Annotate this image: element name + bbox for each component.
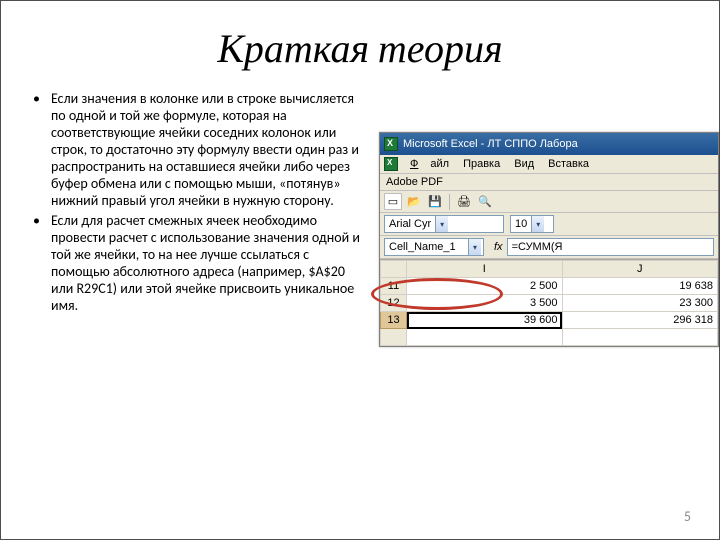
preview-icon[interactable]: 🔍: [476, 193, 494, 210]
toolbar-separator: [449, 194, 450, 210]
excel-doc-icon: [384, 157, 398, 171]
chevron-down-icon: ▾: [468, 239, 481, 255]
cell[interactable]: [562, 329, 718, 346]
slide-title: Краткая теория: [1, 25, 719, 72]
text-column: Если значения в колонке или в строке выч…: [31, 90, 371, 316]
cell[interactable]: 23 300: [562, 295, 718, 312]
column-header[interactable]: I: [407, 261, 563, 278]
print-icon[interactable]: 🖨: [455, 193, 473, 210]
chevron-down-icon: ▾: [531, 216, 544, 232]
menu-edit[interactable]: Правка: [457, 157, 506, 171]
bullet-item: Если для расчет смежных ячеек необходимо…: [31, 212, 363, 314]
formula-bar: Cell_Name_1 ▾ fx =СУММ(Я: [380, 236, 718, 259]
row-header[interactable]: [381, 329, 407, 346]
page-number: 5: [684, 508, 691, 525]
new-doc-icon[interactable]: ▭: [384, 193, 402, 210]
name-box[interactable]: Cell_Name_1 ▾: [384, 238, 484, 256]
excel-titlebar: Microsoft Excel - ЛТ СППО Лабора: [380, 133, 718, 155]
spreadsheet-grid[interactable]: I J 11 2 500 19 638 12 3 500 23 300 13: [380, 259, 718, 346]
bullet-list: Если значения в колонке или в строке выч…: [31, 90, 363, 314]
formatting-toolbar: Arial Cyr ▾ 10 ▾: [380, 213, 718, 236]
excel-title-text: Microsoft Excel - ЛТ СППО Лабора: [403, 138, 578, 150]
select-all-corner[interactable]: [381, 261, 407, 278]
row-header-selected[interactable]: 13: [381, 312, 407, 329]
menu-file[interactable]: Файл: [404, 157, 455, 171]
menu-view[interactable]: Вид: [508, 157, 540, 171]
open-icon[interactable]: 📂: [405, 193, 423, 210]
pdf-toolbar-label[interactable]: Adobe PDF: [386, 176, 443, 188]
content-area: Если значения в колонке или в строке выч…: [1, 90, 719, 316]
name-box-value: Cell_Name_1: [389, 241, 456, 253]
bullet-item: Если значения в колонке или в строке выч…: [31, 90, 363, 210]
pdf-toolbar: Adobe PDF: [380, 174, 718, 191]
cell[interactable]: 296 318: [562, 312, 718, 329]
save-icon[interactable]: 💾: [426, 193, 444, 210]
active-cell[interactable]: 39 600: [407, 312, 563, 329]
cell[interactable]: 2 500: [407, 278, 563, 295]
font-size-value: 10: [515, 218, 527, 230]
standard-toolbar: ▭ 📂 💾 🖨 🔍: [380, 191, 718, 213]
excel-menubar: Файл Правка Вид Вставка: [380, 155, 718, 174]
cell[interactable]: [407, 329, 563, 346]
chevron-down-icon: ▾: [435, 216, 448, 232]
excel-app-icon: [384, 137, 398, 151]
font-name-dropdown[interactable]: Arial Cyr ▾: [384, 215, 504, 233]
menu-insert[interactable]: Вставка: [542, 157, 595, 171]
cell[interactable]: 19 638: [562, 278, 718, 295]
fx-label[interactable]: fx: [494, 241, 503, 253]
row-header[interactable]: 12: [381, 295, 407, 312]
formula-input[interactable]: =СУММ(Я: [507, 238, 714, 256]
font-size-dropdown[interactable]: 10 ▾: [510, 215, 554, 233]
cell[interactable]: 3 500: [407, 295, 563, 312]
row-header[interactable]: 11: [381, 278, 407, 295]
screenshot-column: Microsoft Excel - ЛТ СППО Лабора Файл Пр…: [371, 90, 695, 316]
column-header[interactable]: J: [562, 261, 718, 278]
excel-window: Microsoft Excel - ЛТ СППО Лабора Файл Пр…: [379, 132, 719, 347]
font-name-value: Arial Cyr: [389, 218, 431, 230]
formula-text: =СУММ(Я: [512, 241, 563, 253]
